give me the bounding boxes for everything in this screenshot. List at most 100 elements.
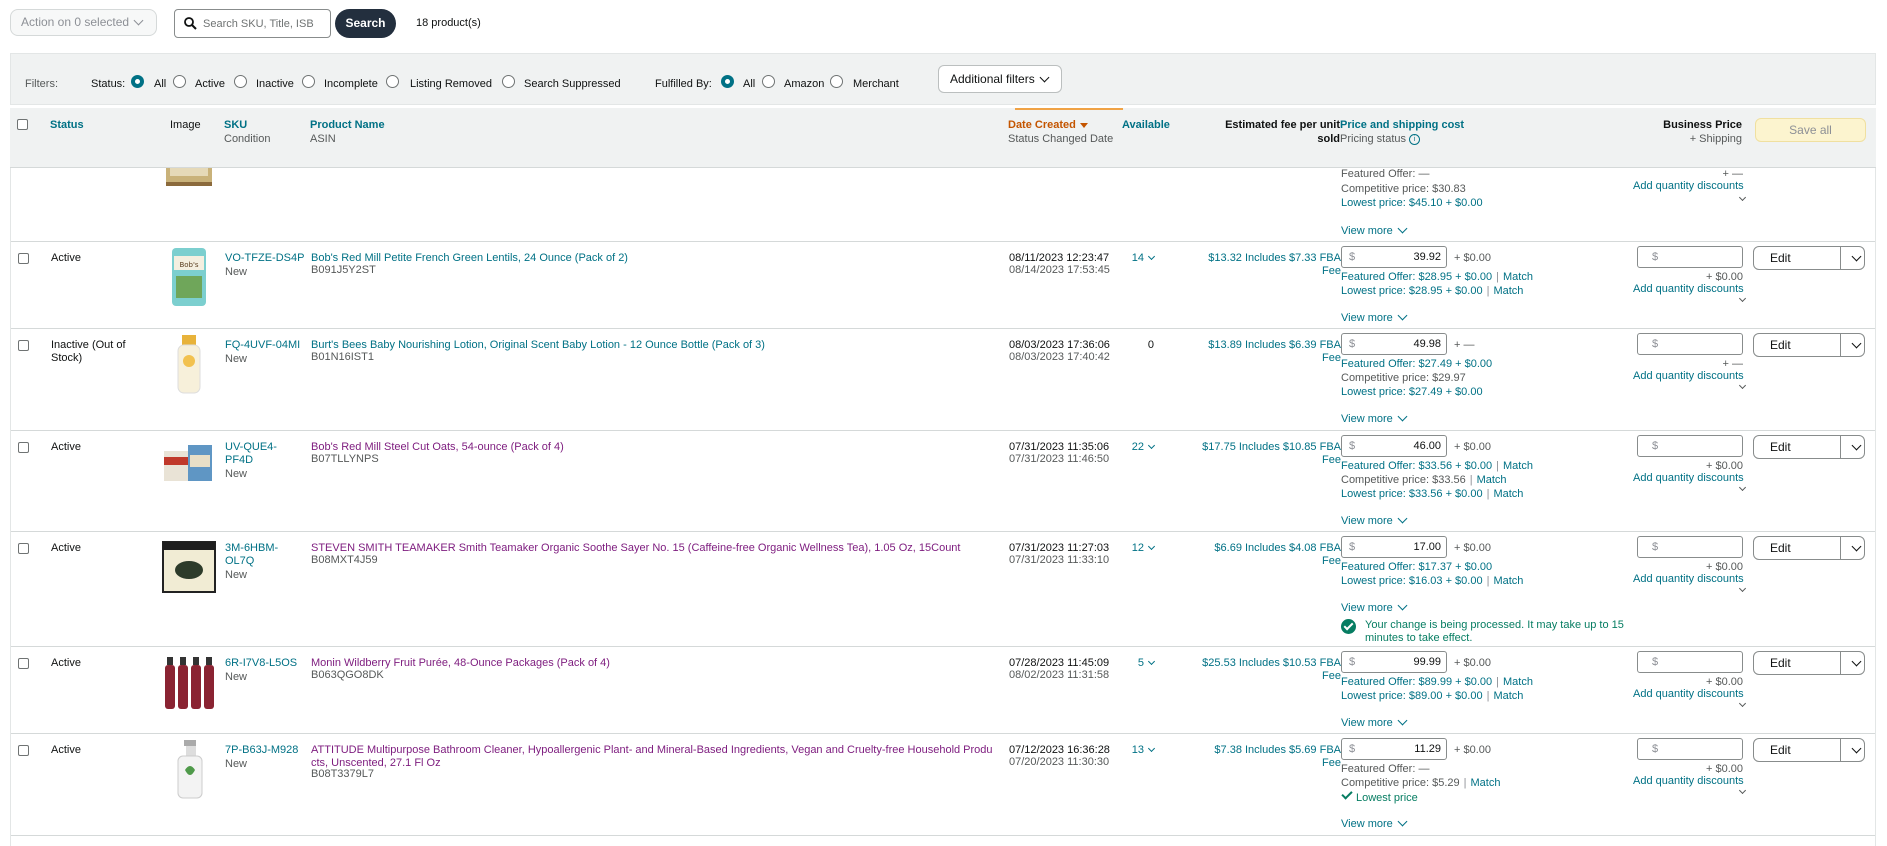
match-featured-link[interactable]: Match <box>1503 676 1533 688</box>
row-checkbox[interactable] <box>18 543 29 558</box>
available-qty[interactable]: 14 <box>1111 252 1156 265</box>
additional-filters-button[interactable]: Additional filters <box>938 65 1062 93</box>
available-qty[interactable]: 12 <box>1111 542 1156 555</box>
edit-button[interactable]: Edit <box>1753 536 1865 560</box>
add-quantity-discounts[interactable]: Add quantity discounts <box>1633 573 1744 586</box>
add-quantity-discounts[interactable]: Add quantity discounts <box>1633 370 1744 383</box>
edit-menu-toggle[interactable] <box>1840 739 1866 761</box>
match-lowest-link[interactable]: Match <box>1493 488 1523 500</box>
add-quantity-discounts[interactable]: Add quantity discounts <box>1633 180 1744 193</box>
add-quantity-discounts[interactable]: Add quantity discounts <box>1633 688 1744 701</box>
edit-button[interactable]: Edit <box>1753 333 1865 357</box>
chevron-down-icon[interactable] <box>1734 381 1747 394</box>
sku-link[interactable]: VO-TFZE-DS4P <box>225 252 304 265</box>
business-price-input[interactable]: $ <box>1637 333 1743 355</box>
match-lowest-link[interactable]: Match <box>1493 285 1523 297</box>
business-price-input[interactable]: $ <box>1637 536 1743 558</box>
sku-link[interactable]: 3M-6HBM-OL7Q <box>225 542 295 568</box>
col-available[interactable]: Available <box>1122 118 1170 132</box>
col-product-name[interactable]: Product Name <box>310 118 385 132</box>
sku-link[interactable]: UV-QUE4-PF4D <box>225 441 295 467</box>
search-button[interactable]: Search <box>335 9 396 38</box>
col-sku[interactable]: SKU <box>224 118 247 132</box>
row-checkbox[interactable] <box>18 658 29 673</box>
business-price-input[interactable]: $ <box>1637 246 1743 268</box>
row-checkbox[interactable] <box>18 442 29 457</box>
price-input[interactable]: $39.92 <box>1341 246 1447 268</box>
search-input[interactable] <box>203 14 325 33</box>
edit-button[interactable]: Edit <box>1753 738 1865 762</box>
business-price-input[interactable]: $ <box>1637 651 1743 673</box>
match-featured-link[interactable]: Match <box>1503 271 1533 283</box>
add-quantity-discounts[interactable]: Add quantity discounts <box>1633 775 1744 788</box>
sku-link[interactable]: 6R-I7V8-L5OS <box>225 657 297 670</box>
product-name-link[interactable]: Burt's Bees Baby Nourishing Lotion, Orig… <box>311 339 765 352</box>
price-input[interactable]: $17.00 <box>1341 536 1447 558</box>
available-qty[interactable]: 5 <box>1111 657 1156 670</box>
chevron-down-icon[interactable] <box>1734 294 1747 307</box>
view-more-link[interactable]: View more <box>1341 411 1408 426</box>
status-radio-active[interactable] <box>173 75 186 88</box>
edit-menu-toggle[interactable] <box>1840 247 1866 269</box>
view-more-label: View more <box>1341 225 1393 237</box>
match-competitive-link[interactable]: Match <box>1477 474 1507 486</box>
edit-button[interactable]: Edit <box>1753 651 1865 675</box>
add-quantity-discounts[interactable]: Add quantity discounts <box>1633 472 1744 485</box>
row-checkbox[interactable] <box>18 340 29 355</box>
status-radio-listing-removed[interactable] <box>386 75 399 88</box>
edit-menu-toggle[interactable] <box>1840 537 1866 559</box>
chevron-down-icon[interactable] <box>1734 483 1747 496</box>
fulfilled-radio-amazon[interactable] <box>762 75 775 88</box>
col-price[interactable]: Price and shipping cost <box>1340 118 1464 132</box>
bulk-action-dropdown[interactable]: Action on 0 selected <box>10 9 157 36</box>
product-name-link[interactable]: STEVEN SMITH TEAMAKER Smith Teamaker Org… <box>311 542 960 555</box>
available-qty[interactable]: 13 <box>1111 744 1156 757</box>
row-checkbox[interactable] <box>18 745 29 760</box>
product-name-link[interactable]: ATTITUDE Multipurpose Bathroom Cleaner, … <box>311 744 1001 770</box>
add-quantity-discounts[interactable]: Add quantity discounts <box>1633 283 1744 296</box>
price-input[interactable]: $46.00 <box>1341 435 1447 457</box>
match-lowest-link[interactable]: Match <box>1493 575 1523 587</box>
available-qty[interactable]: 22 <box>1111 441 1156 454</box>
business-price-input[interactable]: $ <box>1637 738 1743 760</box>
shipping-cost: + $0.00 <box>1454 441 1492 453</box>
edit-menu-toggle[interactable] <box>1840 436 1866 458</box>
view-more-link[interactable]: View more <box>1341 816 1408 831</box>
chevron-down-icon[interactable] <box>1734 699 1747 712</box>
chevron-down-icon[interactable] <box>1734 584 1747 597</box>
view-more-link[interactable]: View more <box>1341 600 1408 615</box>
chevron-down-icon[interactable] <box>1734 786 1747 799</box>
edit-button[interactable]: Edit <box>1753 435 1865 459</box>
col-status[interactable]: Status <box>50 118 84 132</box>
select-all-checkbox[interactable] <box>17 119 28 134</box>
status-radio-all[interactable] <box>131 75 144 88</box>
sku-link[interactable]: FQ-4UVF-04MI <box>225 339 300 352</box>
row-checkbox[interactable] <box>18 253 29 268</box>
business-price-input[interactable]: $ <box>1637 435 1743 457</box>
edit-menu-toggle[interactable] <box>1840 334 1866 356</box>
price-input[interactable]: $49.98 <box>1341 333 1447 355</box>
price-input[interactable]: $11.29 <box>1341 738 1447 760</box>
match-lowest-link[interactable]: Match <box>1493 690 1523 702</box>
status-radio-incomplete[interactable] <box>302 75 315 88</box>
price-input[interactable]: $99.99 <box>1341 651 1447 673</box>
col-date-created[interactable]: Date Created <box>1008 118 1088 132</box>
fulfilled-radio-all[interactable] <box>721 75 734 88</box>
match-competitive-link[interactable]: Match <box>1470 777 1500 789</box>
save-all-button[interactable]: Save all <box>1755 118 1866 142</box>
view-more-link[interactable]: View more <box>1341 223 1408 238</box>
status-radio-search-suppressed[interactable] <box>502 75 515 88</box>
chevron-down-icon[interactable] <box>1734 193 1747 206</box>
edit-button[interactable]: Edit <box>1753 246 1865 270</box>
edit-menu-toggle[interactable] <box>1840 652 1866 674</box>
info-icon[interactable]: i <box>1409 133 1421 145</box>
search-box[interactable] <box>174 9 331 38</box>
status-radio-inactive[interactable] <box>234 75 247 88</box>
view-more-link[interactable]: View more <box>1341 715 1408 730</box>
fulfilled-radio-merchant[interactable] <box>830 75 843 88</box>
match-featured-link[interactable]: Match <box>1503 460 1533 472</box>
col-business-price: Business Price <box>1663 119 1742 131</box>
view-more-link[interactable]: View more <box>1341 310 1408 325</box>
view-more-link[interactable]: View more <box>1341 513 1408 528</box>
sku-link[interactable]: 7P-B63J-M928 <box>225 744 298 757</box>
